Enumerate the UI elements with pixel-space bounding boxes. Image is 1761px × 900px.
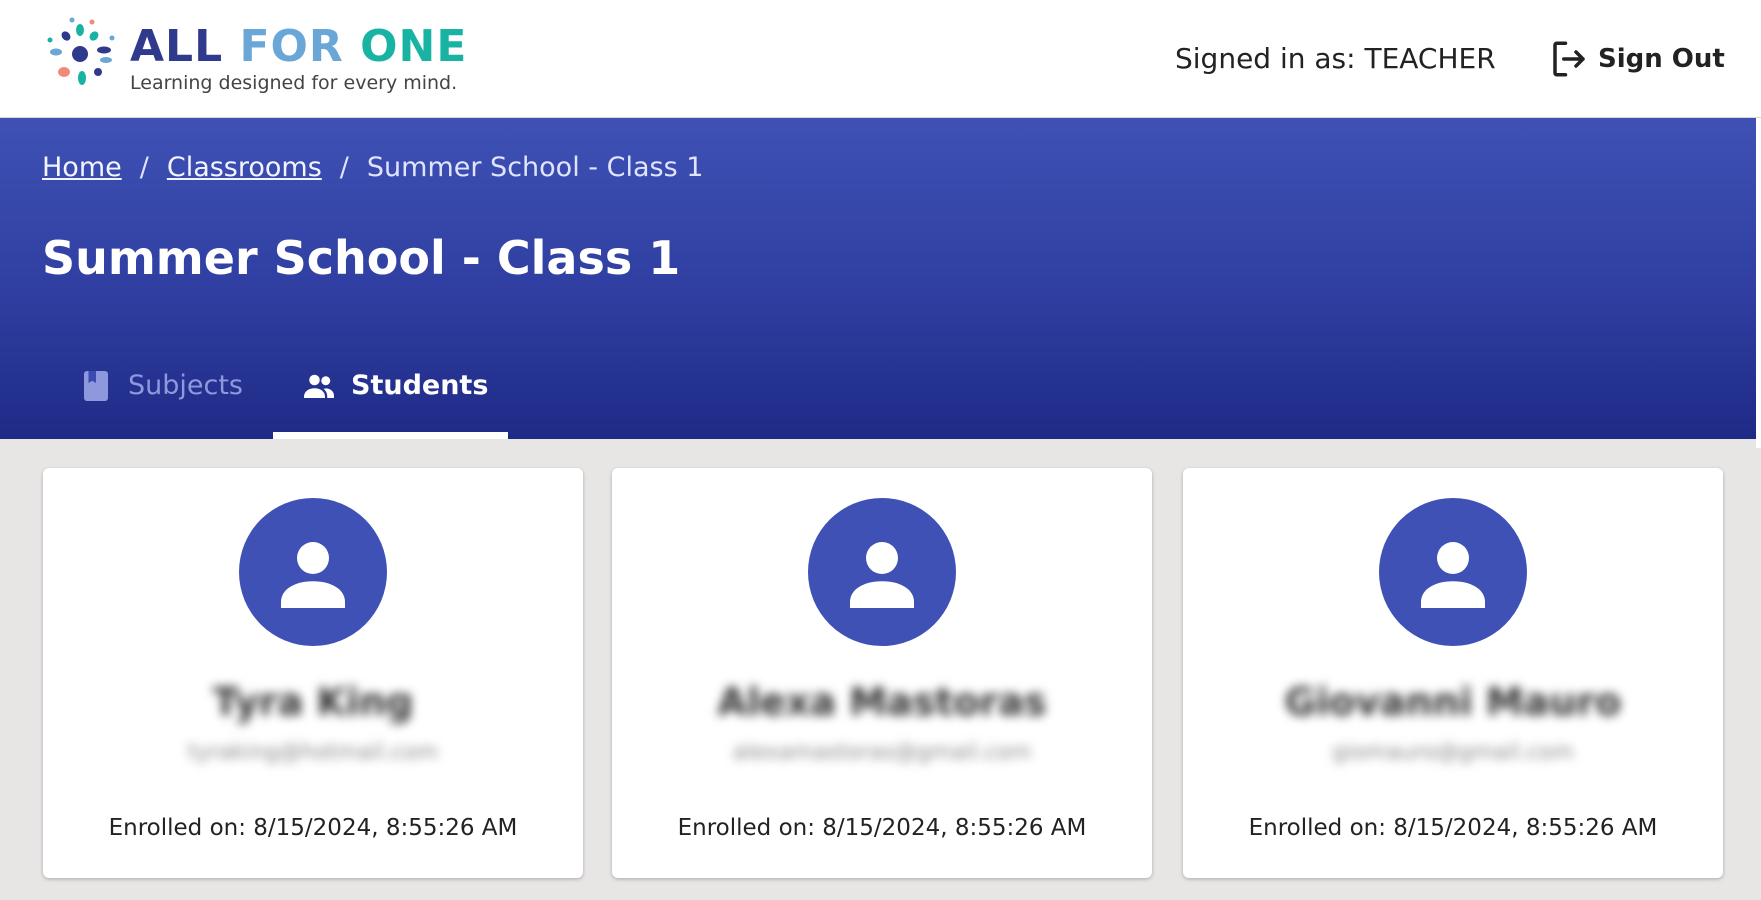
- logout-icon: [1553, 41, 1585, 77]
- page-scrollbar[interactable]: [1756, 118, 1761, 448]
- student-card[interactable]: Tyra King tyraking@hotmail.com Enrolled …: [43, 468, 583, 878]
- student-email: giomauro@gmail.com: [1332, 740, 1574, 765]
- tab-subjects-label: Subjects: [128, 370, 244, 401]
- brand-title: ALL FOR ONE: [130, 24, 467, 70]
- breadcrumb: Home / Classrooms / Summer School - Clas…: [42, 148, 703, 188]
- person-icon: [281, 542, 345, 608]
- person-icon: [1421, 542, 1485, 608]
- student-name: Tyra King: [212, 680, 414, 724]
- tab-students-label: Students: [351, 370, 489, 401]
- breadcrumb-home-link[interactable]: Home: [42, 148, 122, 188]
- tab-subjects[interactable]: Subjects: [50, 332, 273, 439]
- enrolled-date: Enrolled on: 8/15/2024, 8:55:26 AM: [1248, 815, 1658, 841]
- sign-out-button[interactable]: Sign Out: [1548, 37, 1725, 81]
- person-icon: [850, 542, 914, 608]
- brand-logo[interactable]: ALL FOR ONE Learning designed for every …: [42, 10, 482, 100]
- group-icon: [304, 374, 334, 398]
- breadcrumb-current: Summer School - Class 1: [366, 152, 704, 183]
- avatar: [808, 498, 956, 646]
- active-tab-indicator: [273, 432, 508, 439]
- avatar: [1379, 498, 1527, 646]
- classroom-hero: Home / Classrooms / Summer School - Clas…: [0, 118, 1761, 439]
- student-email: tyraking@hotmail.com: [187, 740, 439, 765]
- tab-students[interactable]: Students: [273, 332, 508, 439]
- brand-tagline: Learning designed for every mind.: [130, 72, 458, 94]
- page-title: Summer School - Class 1: [42, 231, 681, 285]
- avatar: [239, 498, 387, 646]
- book-icon: [84, 370, 108, 401]
- logo-mark-icon: [47, 17, 115, 85]
- breadcrumb-classrooms-link[interactable]: Classrooms: [167, 148, 322, 188]
- signed-in-status: Signed in as: TEACHER: [1175, 42, 1496, 75]
- student-name: Giovanni Mauro: [1284, 680, 1622, 724]
- top-header: ALL FOR ONE Learning designed for every …: [0, 0, 1761, 118]
- student-card[interactable]: Giovanni Mauro giomauro@gmail.com Enroll…: [1183, 468, 1723, 878]
- breadcrumb-separator: /: [339, 152, 349, 183]
- sign-out-label: Sign Out: [1598, 44, 1725, 74]
- brand-title-word-1: ALL: [130, 21, 224, 72]
- enrolled-date: Enrolled on: 8/15/2024, 8:55:26 AM: [108, 815, 518, 841]
- student-email: alexamastoras@gmail.com: [732, 740, 1032, 765]
- student-card-grid: Tyra King tyraking@hotmail.com Enrolled …: [0, 468, 1761, 878]
- brand-title-word-3: ONE: [360, 21, 468, 72]
- breadcrumb-separator: /: [139, 152, 149, 183]
- student-name: Alexa Mastoras: [717, 680, 1047, 724]
- brand-title-word-2: FOR: [239, 21, 344, 72]
- enrolled-date: Enrolled on: 8/15/2024, 8:55:26 AM: [677, 815, 1087, 841]
- student-card[interactable]: Alexa Mastoras alexamastoras@gmail.com E…: [612, 468, 1152, 878]
